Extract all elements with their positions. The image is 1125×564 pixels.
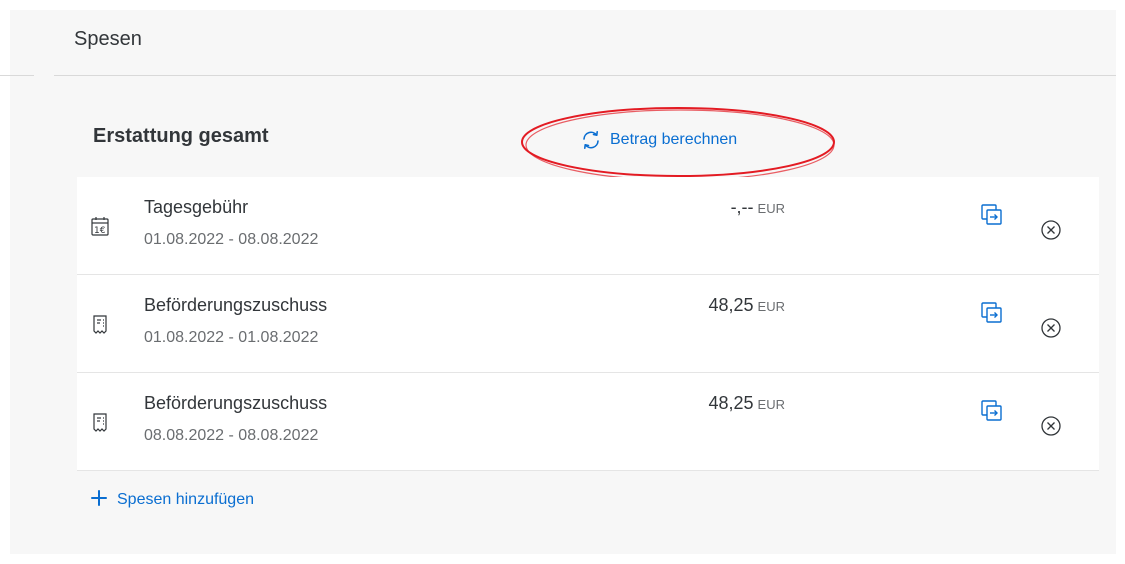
expense-amount: 48,25 EUR [709,393,786,414]
receipt-icon [91,314,109,336]
copy-button[interactable] [980,301,1004,325]
delete-circle-icon [1041,416,1061,436]
expense-name: Beförderungszuschuss [144,295,328,315]
amount-currency: EUR [757,201,785,216]
amount-value: 48,25 [708,295,754,315]
copy-icon [981,400,1002,421]
copy-button[interactable] [980,203,1004,227]
add-expense-button[interactable]: Spesen hinzufügen [89,487,254,513]
header-divider [54,75,1116,76]
svg-text:1€: 1€ [94,226,106,236]
expense-amount: -,-- EUR [731,197,785,218]
expense-list: 1€ Tagesgebühr 01.08.2022 - 08.08.2022 -… [77,177,1099,471]
plus-icon [89,488,109,513]
delete-button[interactable] [1040,317,1062,339]
calendar-euro-icon: 1€ [91,216,109,238]
amount-value: -,-- [730,197,754,217]
amount-currency: EUR [757,299,785,314]
total-title: Erstattung gesamt [93,125,269,147]
amount-value: 48,25 [708,393,754,413]
expense-row[interactable]: Beförderungszuschuss 01.08.2022 - 01.08.… [77,275,1099,373]
add-expense-label: Spesen hinzufügen [117,491,254,508]
expense-row[interactable]: 1€ Tagesgebühr 01.08.2022 - 08.08.2022 -… [77,177,1099,275]
expense-name: Beförderungszuschuss [144,393,328,413]
copy-icon [981,302,1002,323]
amount-currency: EUR [757,397,785,412]
copy-icon [981,204,1002,225]
expense-amount: 48,25 EUR [709,295,786,316]
header-divider-left [0,75,34,76]
calculate-amount-label: Betrag berechnen [610,131,738,148]
delete-circle-icon [1041,220,1061,240]
delete-circle-icon [1041,318,1061,338]
calculate-amount-button[interactable]: Betrag berechnen [580,125,737,155]
expense-date-range: 01.08.2022 - 01.08.2022 [144,329,319,346]
expense-date-range: 08.08.2022 - 08.08.2022 [144,427,319,444]
expense-row[interactable]: Beförderungszuschuss 08.08.2022 - 08.08.… [77,373,1099,471]
delete-button[interactable] [1040,219,1062,241]
section-title: Spesen [74,28,142,50]
refresh-icon [580,129,602,151]
receipt-icon [91,412,109,434]
delete-button[interactable] [1040,415,1062,437]
expense-name: Tagesgebühr [144,197,249,217]
expense-date-range: 01.08.2022 - 08.08.2022 [144,231,319,248]
copy-button[interactable] [980,399,1004,423]
